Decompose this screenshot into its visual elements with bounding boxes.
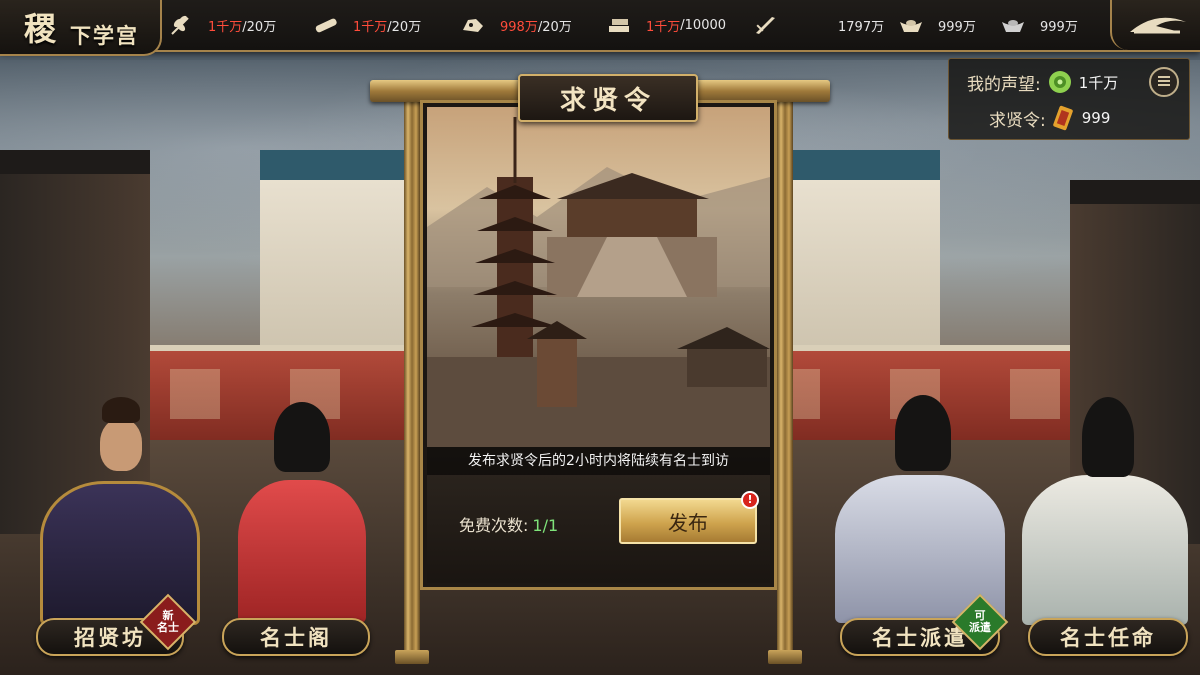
free-times-row: 免费次数: 1/1 [459,512,558,536]
official-character [40,395,200,625]
palace-painting-art [427,117,770,447]
token-row: 求贤令: 999 [989,105,1110,131]
location-title-sub: 下学宫 [70,23,139,48]
young-scholar-character [1018,395,1188,625]
publish-alert-icon: ! [741,491,759,509]
can-badge-bottom: 派遣 [969,621,991,634]
recruit-edict-board: 发布求贤令后的2小时内将陆续有名士到访 免费次数: 1/1 发布 ! [420,100,777,590]
post-base-left [395,650,429,664]
resource-food[interactable]: 1千万/20万 [168,0,276,50]
token-value: 999 [1081,109,1111,127]
board-post-left [404,100,420,660]
token-label: 求贤令: [989,110,1046,131]
resource-gold[interactable]: 999万 [898,0,976,50]
reputation-panel: 我的声望: 1千万 求贤令: 999 [948,58,1190,140]
new-badge-bottom: 名士 [157,621,179,634]
resource-timber[interactable]: 1千万/20万 [313,0,421,50]
post-base-right [768,650,802,664]
sword-icon [756,17,775,34]
back-button[interactable] [1110,0,1200,50]
edict-title-plaque: 求贤令 [518,74,698,122]
wheat-icon [171,15,189,35]
resource-bar: 稷 下学宫 1千万/20万 1千万/20万 998万/20万 1千万/10000… [0,0,1200,56]
free-times-label: 免费次数: [459,516,529,535]
jade-prestige-icon [1048,71,1071,93]
lady-scholar-character [835,393,1005,623]
resource-silver[interactable]: 999万 [1000,0,1078,50]
scholar-appoint-button[interactable]: 名士任命 [1028,618,1188,656]
recruit-token-icon [1052,105,1073,131]
ore-icon [463,19,483,32]
timber-icon [315,18,337,33]
prestige-value: 1千万 [1078,73,1119,92]
resource-ore[interactable]: 998万/20万 [460,0,572,50]
prestige-row: 我的声望: 1千万 [967,69,1118,95]
resource-military[interactable]: 1797万 [752,0,884,50]
resource-stone[interactable]: 1千万/10000 [606,0,726,50]
publish-button[interactable]: 发布 [619,498,757,544]
palace-painting [427,107,770,447]
location-title-main: 稷 [24,10,57,48]
prestige-label: 我的声望: [967,74,1041,95]
scholar-pavilion-button[interactable]: 名士阁 [222,618,370,656]
location-title-plate: 稷 下学宫 [0,0,162,56]
lady-red-character [230,398,370,623]
stone-icon [609,19,629,32]
back-arrow-icon [1130,17,1186,34]
free-times-count: 1/1 [532,516,559,535]
board-post-right [777,100,793,660]
edict-action-area: 发布求贤令后的2小时内将陆续有名士到访 免费次数: 1/1 发布 ! [427,447,770,583]
reputation-menu-button[interactable] [1149,67,1179,97]
gold-ingot-icon [900,20,922,32]
silver-ingot-icon [1002,20,1024,32]
edict-notice-text: 发布求贤令后的2小时内将陆续有名士到访 [427,447,770,475]
